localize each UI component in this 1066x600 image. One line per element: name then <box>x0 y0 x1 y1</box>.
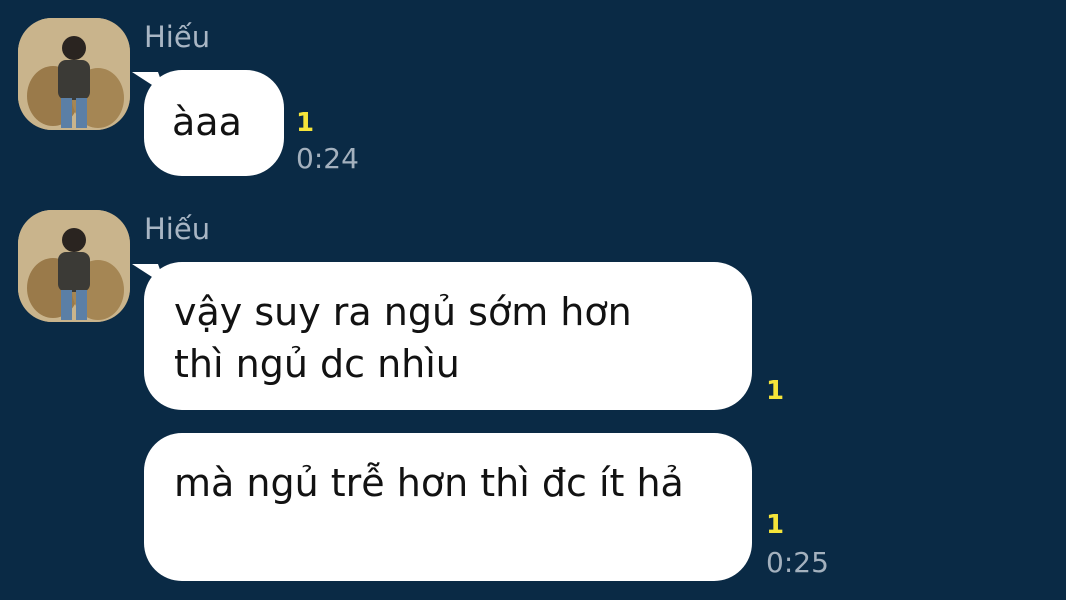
message-text: àaa <box>172 100 242 144</box>
read-count: 1 <box>766 510 785 540</box>
message-text: mà ngủ trễ hơn thì đc ít hả <box>174 461 684 505</box>
avatar-photo <box>18 210 130 322</box>
avatar-photo <box>18 18 130 130</box>
message-bubble[interactable]: vậy suy ra ngủ sớm hơn thì ngủ dc nhìu <box>144 262 752 410</box>
message-time: 0:24 <box>296 142 359 175</box>
message-bubble[interactable]: mà ngủ trễ hơn thì đc ít hả <box>144 433 752 581</box>
sender-avatar[interactable] <box>18 18 130 130</box>
message-text: vậy suy ra ngủ sớm hơn thì ngủ dc nhìu <box>174 290 632 386</box>
message-time: 0:25 <box>766 546 829 579</box>
sender-avatar[interactable] <box>18 210 130 322</box>
read-count: 1 <box>766 376 785 406</box>
message-bubble[interactable]: àaa <box>144 70 284 176</box>
sender-name: Hiếu <box>144 212 211 246</box>
read-count: 1 <box>296 108 315 138</box>
sender-name: Hiếu <box>144 20 211 54</box>
